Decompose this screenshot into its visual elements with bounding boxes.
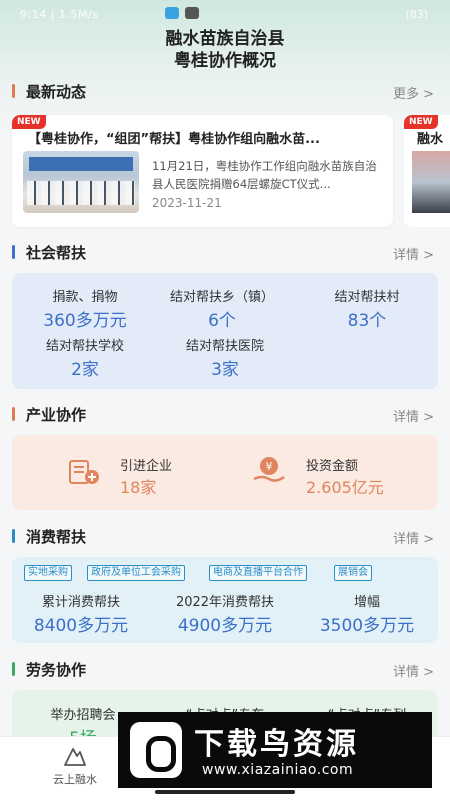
stat-label: 累计消费帮扶 [41,595,120,610]
consumption-tag: 政府及单位工会采购 [87,565,185,581]
stat-growth: 增幅 3500多万元 [308,591,426,636]
consumption-tag: 展销会 [334,565,372,581]
stat-value: 360多万元 [43,311,127,331]
stat-label: 结对帮扶乡（镇） [169,290,274,305]
news-section-header: 最新动态 更多 > [12,80,438,102]
news-description: 11月21日，粤桂协作工作组向融水苗族自治县人民医院捐赠64层螺旋CT仪式... [152,159,377,191]
consumption-section-header: 消费帮扶 详情 > [12,525,438,547]
stat-label: 2022年消费帮扶 [175,595,275,610]
news-thumbnail [412,151,450,213]
stat-value: 8400多万元 [33,616,129,636]
stat-label: 增幅 [353,595,380,610]
stat-label: 结对帮扶村 [334,290,400,305]
news-card[interactable]: NEW 【粤桂协作，“组团”帮扶】粤桂协作组向融水苗... 11月21日，粤桂协… [12,115,393,227]
new-badge: NEW [12,115,46,129]
stat-value: 3家 [211,360,239,380]
new-badge: NEW [404,115,438,129]
news-date: 2023-11-21 [152,196,222,210]
stat-label: 结对帮扶医院 [185,339,264,354]
building-plus-icon [69,460,99,484]
labor-section-title: 劳务协作 [26,661,87,679]
industry-value: 2.605亿元 [306,478,384,497]
stat-value: 4900多万元 [177,616,273,636]
industry-panel: 引进企业 18家 ¥ 投资金额 2.605亿元 [12,435,438,510]
section-accent-bar [12,245,15,259]
consumption-tag: 实地采购 [24,565,72,581]
watermark-text: 下载鸟资源 [194,727,359,762]
stat-value: 6个 [208,311,236,331]
notification-k-icon [185,7,199,19]
industry-details-link[interactable]: 详情 > [393,406,434,425]
labor-details-link[interactable]: 详情 > [393,661,434,680]
section-accent-bar [12,84,15,98]
stat-label: 结对帮扶学校 [45,339,124,354]
news-more-link[interactable]: 更多 > [393,83,434,102]
page-title-line2: 粤桂协作概况 [174,51,276,71]
watermark: 下载鸟资源 www.xiazainiao.com [118,712,432,788]
section-accent-bar [12,529,15,543]
page-title: 融水苗族自治县 粤桂协作概况 [0,28,450,72]
consumption-tag: 电商及直播平台合作 [209,565,307,581]
consumption-panel: 实地采购 政府及单位工会采购 电商及直播平台合作 展销会 累计消费帮扶 8400… [12,557,438,643]
social-details-link[interactable]: 详情 > [393,244,434,263]
nav-item-home[interactable]: 云上融水 [40,745,110,787]
stat-value: 2家 [71,360,99,380]
news-card[interactable]: NEW 融水 [404,115,450,227]
yen-hand-icon: ¥ [253,457,285,482]
stat-donations: 捐款、捐物 360多万元 [30,286,140,331]
labor-section-header: 劳务协作 详情 > [12,658,438,680]
news-thumbnail [23,151,139,213]
industry-section-header: 产业协作 详情 > [12,403,438,425]
stat-value: 3500多万元 [319,616,415,636]
status-bar: 9:14 | 1.5M/s (83) [0,0,450,26]
industry-label: 引进企业 [120,459,173,474]
stat-paired-schools: 结对帮扶学校 2家 [30,335,140,380]
watermark-url: www.xiazainiao.com [202,762,354,778]
nav-item-label: 云上融水 [53,773,97,786]
consumption-details-link[interactable]: 详情 > [393,528,434,547]
status-app-icons [165,7,199,19]
industry-value: 18家 [120,478,157,497]
stat-label: 捐款、捐物 [52,290,118,305]
news-title: 融水 [417,132,444,147]
watermark-logo [130,722,182,778]
svg-text:¥: ¥ [266,460,273,473]
page-title-line1: 融水苗族自治县 [165,29,285,49]
news-title: 【粤桂协作，“组团”帮扶】粤桂协作组向融水苗... [28,132,320,147]
industry-label: 投资金额 [306,459,359,474]
stat-2022-consumption: 2022年消费帮扶 4900多万元 [162,591,288,636]
social-section-header: 社会帮扶 详情 > [12,241,438,263]
industry-section-title: 产业协作 [26,406,87,424]
stat-value: 83个 [347,311,387,331]
mountain-home-icon [64,748,86,766]
stat-paired-villages: 结对帮扶村 83个 [317,286,417,331]
consumption-section-title: 消费帮扶 [26,528,87,546]
section-accent-bar [12,662,15,676]
social-section-title: 社会帮扶 [26,244,87,262]
notification-icon [165,7,179,19]
social-stats-panel: 捐款、捐物 360多万元 结对帮扶乡（镇） 6个 结对帮扶村 83个 结对帮扶学… [12,273,438,389]
stat-paired-towns: 结对帮扶乡（镇） 6个 [157,286,287,331]
home-indicator[interactable] [155,790,295,794]
stat-paired-hospitals: 结对帮扶医院 3家 [170,335,280,380]
status-time: 9:14 | 1.5M/s [20,8,99,21]
battery-indicator: (83) [405,8,428,21]
section-accent-bar [12,407,15,421]
stat-total-consumption: 累计消费帮扶 8400多万元 [22,591,140,636]
news-section-title: 最新动态 [26,83,87,101]
